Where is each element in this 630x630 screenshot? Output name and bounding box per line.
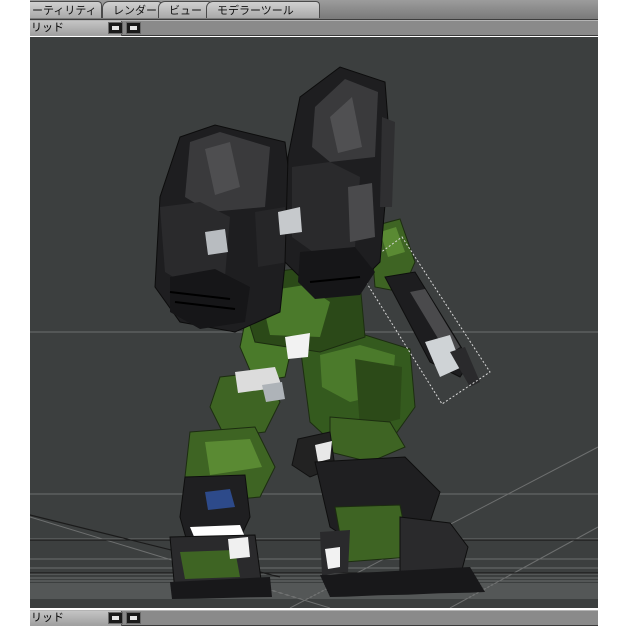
tab-label: レンダー [113,4,157,17]
view-mode-label: リッド [31,611,64,624]
robot-backpack-left [154,124,293,333]
minus-icon [112,616,119,620]
3d-viewport[interactable] [30,37,598,608]
minus-icon [112,26,119,30]
view-mode-label: リッド [31,21,64,34]
tab-label: ビュー [169,4,202,17]
viewport-header: リッド [30,20,598,36]
viewport-scene [30,66,598,608]
tab-label: ーティリティ [32,4,97,17]
robot-model [154,66,491,599]
tab-utility[interactable]: ーティリティ [30,1,102,18]
minus-icon [130,616,137,620]
tab-label: モデラーツール [217,4,294,17]
viewport-toggle-button-bottom[interactable] [126,612,141,624]
tab-view[interactable]: ビュー [158,1,212,18]
menu-tab-bar: ーティリティ レンダー ビュー モデラーツール [30,0,598,20]
view-mode-dropdown-arrow-bottom[interactable] [108,612,123,624]
tab-modeler-tools[interactable]: モデラーツール [206,1,320,18]
minus-icon [130,26,137,30]
viewport-toggle-button[interactable] [126,22,141,34]
tab-render[interactable]: レンダー [102,1,162,18]
modeler-window: ーティリティ レンダー ビュー モデラーツール リッド リッド [0,0,630,630]
robot-backpack-right [278,66,395,299]
view-mode-dropdown-arrow[interactable] [108,22,123,34]
viewport-footer: リッド [30,610,598,626]
